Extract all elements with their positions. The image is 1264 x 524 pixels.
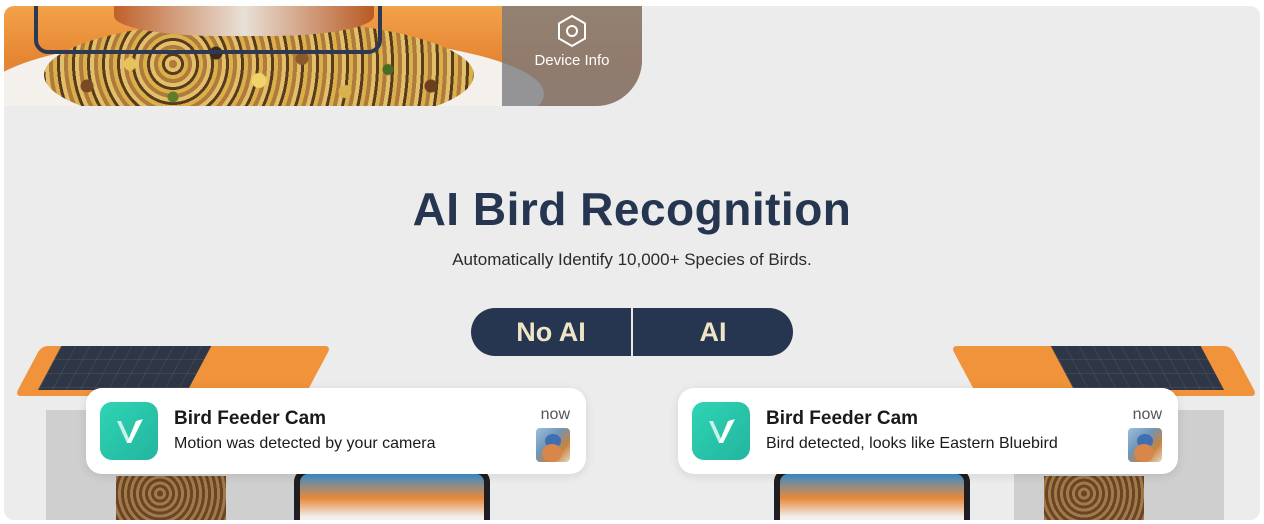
camera-frame-edge (34, 6, 382, 54)
toggle-option-no-ai[interactable]: No AI (471, 308, 631, 356)
feeder-seed-window-left (116, 476, 226, 520)
toggle-option-ai[interactable]: AI (633, 308, 793, 356)
notification-app-name: Bird Feeder Cam (174, 408, 327, 429)
notification-no-ai[interactable]: Bird Feeder Cam Motion was detected by y… (86, 388, 586, 474)
notification-time: now (1132, 406, 1162, 423)
device-info-label: Device Info (534, 52, 610, 69)
feeder-seed-window-right (1044, 476, 1144, 520)
device-info-button[interactable]: Device Info (518, 14, 626, 78)
hexagon-nut-icon (558, 14, 586, 48)
ai-toggle: No AI AI (471, 308, 793, 356)
page-subtitle: Automatically Identify 10,000+ Species o… (452, 250, 812, 269)
page-title: AI Bird Recognition (412, 183, 852, 235)
notification-ai[interactable]: Bird Feeder Cam Bird detected, looks lik… (678, 388, 1178, 474)
bluebird-thumbnail (536, 428, 570, 462)
solar-panel-left (37, 346, 212, 390)
notification-time: now (540, 406, 570, 423)
app-logo-v-icon (692, 402, 750, 460)
phone-screen-left (300, 474, 484, 520)
phone-left (294, 468, 490, 520)
phone-right (774, 468, 970, 520)
product-banner: Device Info AI Bird Recognition Automati… (4, 6, 1260, 520)
bird-breast (1134, 444, 1154, 462)
app-logo-v-icon (100, 402, 158, 460)
bluebird-thumbnail (1128, 428, 1162, 462)
solar-panel-right (1050, 346, 1225, 390)
notification-app-name: Bird Feeder Cam (766, 408, 919, 429)
notification-message: Bird detected, looks like Eastern Bluebi… (766, 435, 1058, 452)
notification-message: Motion was detected by your camera (174, 435, 436, 452)
bird-breast (542, 444, 562, 462)
phone-screen-right (780, 474, 964, 520)
